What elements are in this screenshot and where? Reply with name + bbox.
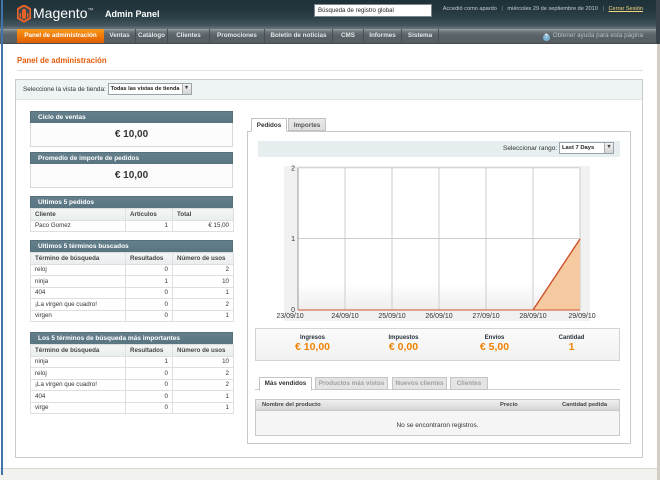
svg-text:28/09/10: 28/09/10 [519,313,546,320]
svg-text:24/09/10: 24/09/10 [331,313,358,320]
svg-text:25/09/10: 25/09/10 [378,313,405,320]
svg-text:26/09/10: 26/09/10 [425,313,452,320]
svg-text:1: 1 [291,236,295,243]
svg-text:27/09/10: 27/09/10 [472,313,499,320]
svg-text:23/09/10: 23/09/10 [276,313,303,320]
svg-text:2: 2 [291,166,295,173]
svg-text:29/09/10: 29/09/10 [568,313,595,320]
